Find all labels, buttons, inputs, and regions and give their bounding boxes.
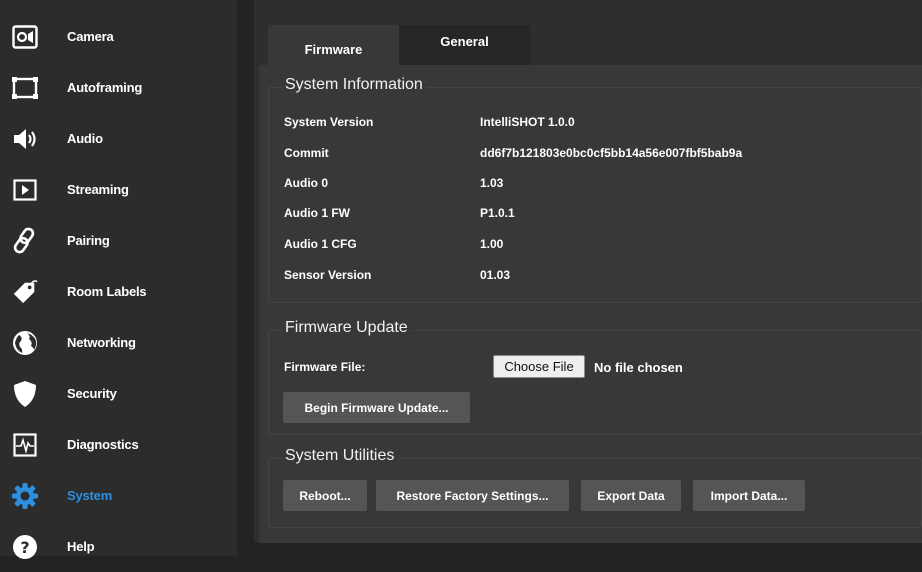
system-utilities-section: System Utilities Reboot... Restore Facto… bbox=[268, 447, 922, 528]
link-icon bbox=[12, 227, 38, 254]
sidebar-item-label: System bbox=[67, 488, 113, 503]
sidebar-item-security[interactable]: Security bbox=[0, 368, 237, 419]
section-title: Firmware Update bbox=[283, 319, 412, 337]
reboot-button[interactable]: Reboot... bbox=[283, 480, 367, 511]
autoframing-icon bbox=[12, 75, 38, 101]
sidebar-item-room-labels[interactable]: Room Labels bbox=[0, 266, 237, 317]
sidebar-item-label: Room Labels bbox=[67, 284, 147, 299]
sidebar-item-help[interactable]: ? Help bbox=[0, 521, 237, 572]
speaker-icon bbox=[12, 126, 38, 152]
sidebar-item-pairing[interactable]: Pairing bbox=[0, 215, 237, 266]
begin-firmware-update-button[interactable]: Begin Firmware Update... bbox=[283, 392, 470, 423]
info-label-audio-1-fw: Audio 1 FW bbox=[284, 206, 350, 220]
sidebar-item-label: Security bbox=[67, 386, 117, 401]
no-file-text: No file chosen bbox=[594, 360, 683, 375]
globe-icon bbox=[12, 330, 38, 356]
info-value-commit: dd6f7b121803e0bc0cf5bb14a56e007fbf5bab9a bbox=[480, 146, 743, 160]
tab-label: General bbox=[440, 33, 489, 49]
firmware-update-section: Firmware Update Firmware File: Choose Fi… bbox=[268, 319, 922, 435]
camera-icon bbox=[12, 24, 38, 50]
play-icon bbox=[12, 177, 38, 203]
tab-firmware[interactable]: Firmware bbox=[268, 25, 399, 65]
info-value-system-version: IntelliSHOT 1.0.0 bbox=[480, 115, 575, 129]
section-title: System Information bbox=[283, 76, 427, 94]
info-value-sensor-version: 01.03 bbox=[480, 268, 511, 282]
shield-icon bbox=[12, 380, 38, 407]
sidebar-item-label: Autoframing bbox=[67, 80, 143, 95]
info-label-sensor-version: Sensor Version bbox=[284, 268, 372, 282]
sidebar-item-label: Streaming bbox=[67, 182, 129, 197]
info-value-audio-0: 1.03 bbox=[480, 176, 504, 190]
sidebar-item-label: Pairing bbox=[67, 233, 110, 248]
info-label-commit: Commit bbox=[284, 146, 329, 160]
tab-general[interactable]: General bbox=[399, 25, 530, 65]
pulse-icon bbox=[12, 432, 38, 458]
gear-icon bbox=[12, 482, 38, 509]
sidebar-item-label: Help bbox=[67, 539, 95, 554]
tab-label: Firmware bbox=[304, 41, 363, 57]
info-label-audio-0: Audio 0 bbox=[284, 176, 328, 190]
info-label-audio-1-cfg: Audio 1 CFG bbox=[284, 237, 357, 251]
sidebar-item-label: Audio bbox=[67, 131, 103, 146]
info-value-audio-1-cfg: 1.00 bbox=[480, 237, 504, 251]
sidebar-item-system[interactable]: System bbox=[0, 470, 237, 521]
sidebar-item-streaming[interactable]: Streaming bbox=[0, 164, 237, 215]
info-value-audio-1-fw: P1.0.1 bbox=[480, 206, 515, 220]
system-information-section: System Information System Version Intell… bbox=[268, 76, 922, 303]
sidebar-item-label: Camera bbox=[67, 29, 114, 44]
sidebar-item-diagnostics[interactable]: Diagnostics bbox=[0, 419, 237, 470]
export-data-button[interactable]: Export Data bbox=[581, 480, 681, 511]
sidebar-item-camera[interactable]: Camera bbox=[0, 11, 237, 62]
restore-factory-settings-button[interactable]: Restore Factory Settings... bbox=[376, 480, 569, 511]
tag-icon bbox=[12, 279, 38, 305]
sidebar-item-audio[interactable]: Audio bbox=[0, 113, 237, 164]
section-title: System Utilities bbox=[283, 447, 399, 465]
sidebar-item-networking[interactable]: Networking bbox=[0, 317, 237, 368]
firmware-panel: System Information System Version Intell… bbox=[259, 65, 922, 543]
sidebar-item-label: Diagnostics bbox=[67, 437, 139, 452]
sidebar-item-label: Networking bbox=[67, 335, 136, 350]
sidebar: Camera Autoframing Audio Streaming Pairi… bbox=[0, 0, 237, 559]
choose-file-button[interactable]: Choose File bbox=[493, 355, 585, 378]
sidebar-item-autoframing[interactable]: Autoframing bbox=[0, 62, 237, 113]
import-data-button[interactable]: Import Data... bbox=[693, 480, 805, 511]
firmware-file-label: Firmware File: bbox=[284, 360, 366, 374]
info-label-system-version: System Version bbox=[284, 115, 374, 129]
svg-text:?: ? bbox=[20, 538, 29, 557]
